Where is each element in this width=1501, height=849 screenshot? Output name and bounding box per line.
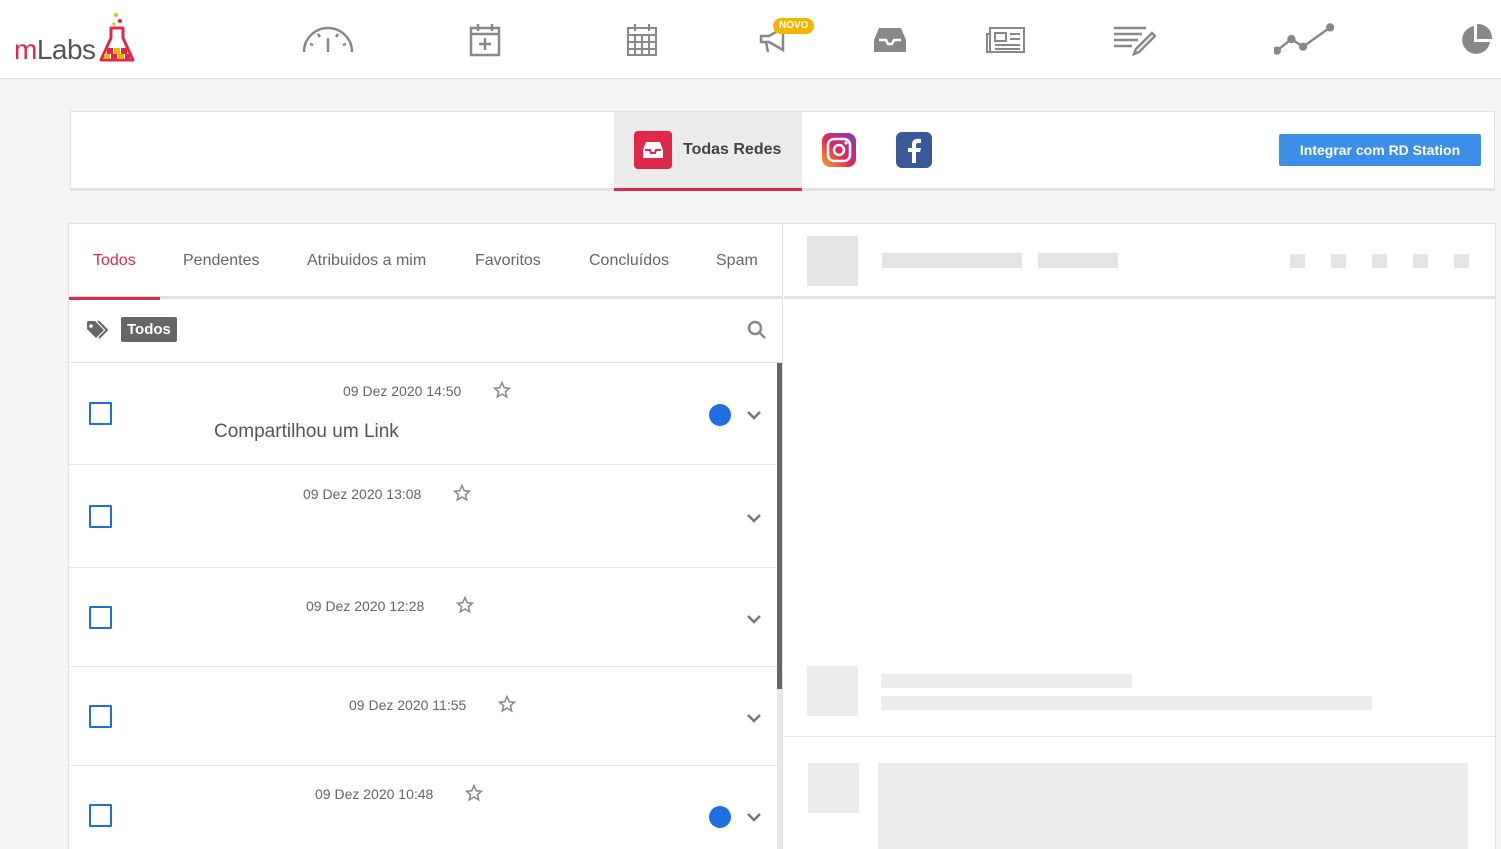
row-date: 09 Dez 2020 11:55 <box>349 697 467 713</box>
unread-dot <box>709 404 731 426</box>
chevron-down-icon[interactable] <box>746 614 762 624</box>
row-date: 09 Dez 2020 10:48 <box>315 786 434 802</box>
calendar-icon[interactable] <box>612 20 672 60</box>
message-list: 09 Dez 2020 14:50 Compartilhou um Link 0… <box>69 363 783 849</box>
inbox-icon[interactable] <box>860 20 920 60</box>
scrollbar-thumb[interactable] <box>777 363 782 689</box>
conversation-detail-panel <box>784 224 1496 849</box>
instagram-icon[interactable] <box>821 132 857 168</box>
skeleton-line <box>881 696 1372 710</box>
integrate-rd-station-button[interactable]: Integrar com RD Station <box>1279 134 1481 166</box>
tab-favoritos[interactable]: Favoritos <box>475 224 541 299</box>
chevron-down-icon[interactable] <box>746 410 762 420</box>
skeleton-line <box>881 674 1132 688</box>
row-checkbox[interactable] <box>89 705 112 728</box>
list-item[interactable]: 09 Dez 2020 13:08 <box>69 465 777 568</box>
dashboard-gauge-icon[interactable] <box>298 20 358 60</box>
skeleton-avatar <box>808 763 859 813</box>
tag-chip-todos[interactable]: Todos <box>121 317 177 342</box>
chevron-down-icon[interactable] <box>746 812 762 822</box>
star-icon[interactable] <box>465 784 483 802</box>
skeleton-action <box>1290 254 1305 268</box>
row-date: 09 Dez 2020 13:08 <box>303 486 422 502</box>
row-checkbox[interactable] <box>89 402 112 425</box>
logo-m: m <box>14 34 37 65</box>
list-scrollbar[interactable] <box>777 363 782 849</box>
network-selector-bar: Todas Redes Integrar com RD Station <box>70 111 1495 191</box>
tag-filter-bar: Todos <box>69 302 783 363</box>
tab-todos[interactable]: Todos <box>93 224 136 299</box>
tab-spam[interactable]: Spam <box>716 224 758 299</box>
filter-tabs: Todos Pendentes Atribuidos a mim Favorit… <box>69 224 783 300</box>
logo-labs: Labs <box>36 34 96 65</box>
top-navigation: mLabs NOVO <box>0 0 1501 79</box>
all-networks-tab[interactable]: Todas Redes <box>614 112 802 191</box>
row-checkbox[interactable] <box>89 606 112 629</box>
new-badge: NOVO <box>773 18 815 34</box>
row-date: 09 Dez 2020 14:50 <box>343 383 462 399</box>
newspaper-icon[interactable] <box>976 20 1036 60</box>
skeleton-action <box>1331 254 1346 268</box>
inbox-panel: Todos Pendentes Atribuidos a mim Favorit… <box>68 223 1496 849</box>
row-date: 09 Dez 2020 12:28 <box>306 598 425 614</box>
list-item[interactable]: 09 Dez 2020 12:28 <box>69 568 777 667</box>
chevron-down-icon[interactable] <box>746 513 762 523</box>
chevron-down-icon[interactable] <box>746 713 762 723</box>
skeleton-action <box>1372 254 1387 268</box>
row-checkbox[interactable] <box>89 505 112 528</box>
mlabs-logo[interactable]: mLabs <box>14 12 136 64</box>
report-edit-icon[interactable] <box>1104 20 1164 60</box>
skeleton-avatar <box>807 666 858 716</box>
skeleton-line <box>882 253 1022 268</box>
facebook-icon[interactable] <box>896 132 932 168</box>
calendar-add-icon[interactable] <box>455 20 515 60</box>
inbox-icon <box>634 131 672 169</box>
unread-dot <box>709 806 731 828</box>
star-icon[interactable] <box>453 484 471 502</box>
tags-icon[interactable] <box>86 320 110 340</box>
search-icon[interactable] <box>747 320 767 340</box>
skeleton-line <box>1038 253 1118 268</box>
row-message-text: Compartilhou um Link <box>214 421 399 442</box>
star-icon[interactable] <box>498 695 516 713</box>
all-networks-label: Todas Redes <box>683 141 782 158</box>
list-item[interactable]: 09 Dez 2020 11:55 <box>69 667 777 766</box>
skeleton-action <box>1413 254 1428 268</box>
tab-atribuidos[interactable]: Atribuidos a mim <box>307 224 426 299</box>
divider <box>784 736 1496 737</box>
skeleton-avatar <box>807 236 858 286</box>
skeleton-block <box>878 763 1468 849</box>
active-tab-indicator <box>69 297 160 300</box>
tab-concluidos[interactable]: Concluídos <box>589 224 669 299</box>
flask-icon <box>99 13 135 62</box>
list-item[interactable]: 09 Dez 2020 10:48 <box>69 766 777 849</box>
list-item[interactable]: 09 Dez 2020 14:50 Compartilhou um Link <box>69 363 777 465</box>
star-icon[interactable] <box>493 381 511 399</box>
line-chart-icon[interactable] <box>1274 20 1334 60</box>
pie-chart-icon[interactable] <box>1446 20 1501 60</box>
skeleton-action <box>1454 254 1469 268</box>
star-icon[interactable] <box>456 596 474 614</box>
row-checkbox[interactable] <box>89 804 112 827</box>
message-list-column: Todos Pendentes Atribuidos a mim Favorit… <box>69 224 783 849</box>
tab-pendentes[interactable]: Pendentes <box>183 224 260 299</box>
detail-header-skeleton <box>784 224 1496 299</box>
